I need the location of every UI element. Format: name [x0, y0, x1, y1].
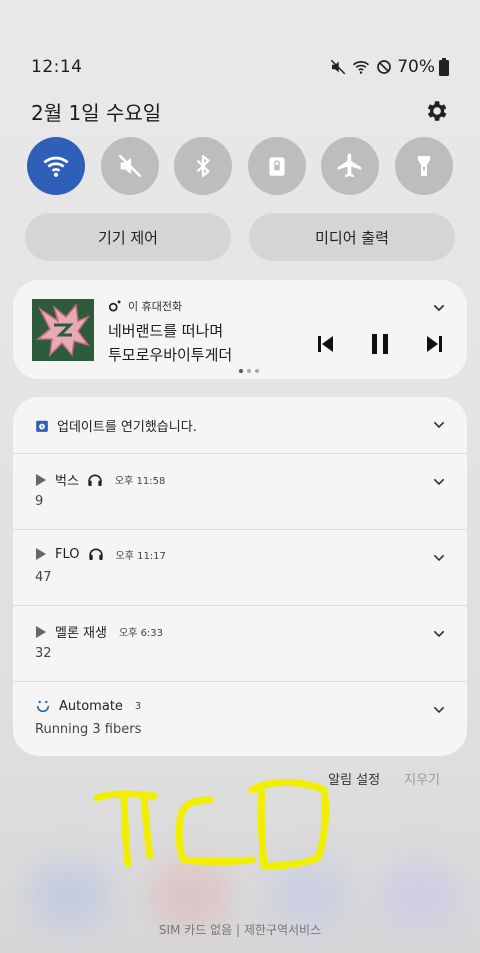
device-control-button[interactable]: 기기 제어 — [25, 213, 231, 261]
media-player-card[interactable]: 이 휴대전화 네버랜드를 떠나며 투모로우바이투게더 — [13, 280, 467, 379]
status-time: 12:14 — [31, 57, 83, 77]
carrier-label: SIM 카드 없음 | 제한구역서비스 — [158, 923, 322, 937]
highlighter-scribble — [93, 779, 330, 870]
headphones-icon — [88, 548, 103, 560]
chevron-down-icon[interactable] — [431, 417, 447, 433]
notification-detail: 47 — [35, 570, 52, 585]
notification-detail: Running 3 fibers — [35, 722, 142, 737]
wifi-icon — [43, 156, 69, 177]
chevron-down-icon[interactable] — [431, 702, 447, 718]
notification-app: FLO — [55, 546, 80, 562]
notification-actions: 알림 설정 지우기 — [328, 769, 440, 788]
media-artist: 투모로우바이투게더 — [108, 346, 233, 364]
notification-title: 업데이트를 연기했습니다. — [57, 420, 197, 435]
play-icon — [36, 473, 46, 486]
chevron-down-icon[interactable] — [431, 300, 447, 316]
lock-icon — [269, 157, 285, 176]
album-art — [32, 299, 94, 361]
notification-item[interactable]: FLO 오후 11:17 47 — [13, 530, 467, 606]
status-bar: 12:14 70% — [31, 56, 449, 78]
smile-icon — [36, 700, 50, 713]
bluetooth-toggle[interactable] — [174, 137, 233, 195]
notification-item[interactable]: Automate 3 Running 3 fibers — [13, 682, 467, 756]
date-label: 2월 1일 수요일 — [31, 100, 162, 125]
notification-detail: 9 — [35, 494, 44, 509]
media-title: 네버랜드를 떠나며 — [108, 322, 224, 340]
airplane-toggle[interactable] — [321, 137, 380, 195]
calendar-icon — [36, 420, 48, 432]
gear-icon[interactable] — [423, 98, 449, 124]
chevron-down-icon[interactable] — [431, 550, 447, 566]
page-dot — [255, 369, 259, 373]
page-dot — [247, 369, 251, 373]
chevron-down-icon[interactable] — [431, 626, 447, 642]
flashlight-toggle[interactable] — [394, 137, 453, 195]
notification-app: 멜론 재생 — [55, 626, 107, 641]
notification-app: 벅스 — [55, 474, 79, 489]
date-row: 2월 1일 수요일 — [31, 96, 449, 126]
media-output-button[interactable]: 미디어 출력 — [249, 213, 455, 261]
status-icons: 70% — [329, 57, 449, 77]
notification-app: Automate — [59, 698, 123, 714]
battery-icon — [439, 58, 449, 76]
battery-percent: 70% — [397, 57, 435, 77]
notification-settings-button[interactable]: 알림 설정 — [328, 769, 380, 788]
notification-time: 오후 11:17 — [115, 550, 166, 562]
notification-list: 업데이트를 연기했습니다. 벅스 오후 11:58 9 FLO 오후 11:17… — [13, 397, 467, 756]
clear-all-button[interactable]: 지우기 — [404, 769, 440, 788]
pause-icon — [372, 334, 388, 354]
notification-item[interactable]: 벅스 오후 11:58 9 — [13, 454, 467, 530]
background-blur — [380, 860, 460, 930]
wifi-icon — [353, 61, 370, 74]
notification-count: 3 — [134, 700, 142, 712]
quick-toggles — [27, 137, 453, 195]
mute-icon — [330, 59, 346, 75]
flashlight-icon — [417, 156, 430, 176]
chevron-down-icon[interactable] — [431, 474, 447, 490]
airplane-icon — [337, 153, 362, 178]
notification-time: 오후 11:58 — [114, 476, 166, 487]
play-icon — [36, 625, 46, 638]
notification-item[interactable]: 업데이트를 연기했습니다. — [13, 397, 467, 454]
no-data-icon — [377, 60, 392, 74]
mute-icon — [118, 154, 142, 178]
next-button[interactable] — [423, 333, 445, 355]
album-art-graphic — [32, 299, 94, 361]
notification-item[interactable]: 멜론 재생 오후 6:33 32 — [13, 606, 467, 682]
control-pills: 기기 제어 미디어 출력 — [25, 213, 455, 261]
media-source-label: 이 휴대전화 — [128, 300, 183, 313]
sound-toggle[interactable] — [100, 137, 159, 195]
skip-next-icon — [427, 336, 442, 352]
page-indicator — [239, 369, 259, 373]
page-dot — [239, 369, 243, 373]
bluetooth-icon — [196, 155, 210, 177]
rotation-lock-toggle[interactable] — [247, 137, 306, 195]
notification-detail: 32 — [35, 646, 52, 661]
previous-button[interactable] — [315, 333, 337, 355]
music-note-icon — [108, 300, 121, 312]
notification-time: 오후 6:33 — [118, 628, 164, 639]
media-source: 이 휴대전화 — [108, 298, 182, 314]
pause-button[interactable] — [369, 333, 391, 355]
skip-previous-icon — [318, 336, 333, 352]
headphones-icon — [88, 474, 102, 486]
wifi-toggle[interactable] — [27, 137, 85, 195]
play-icon — [36, 548, 46, 560]
